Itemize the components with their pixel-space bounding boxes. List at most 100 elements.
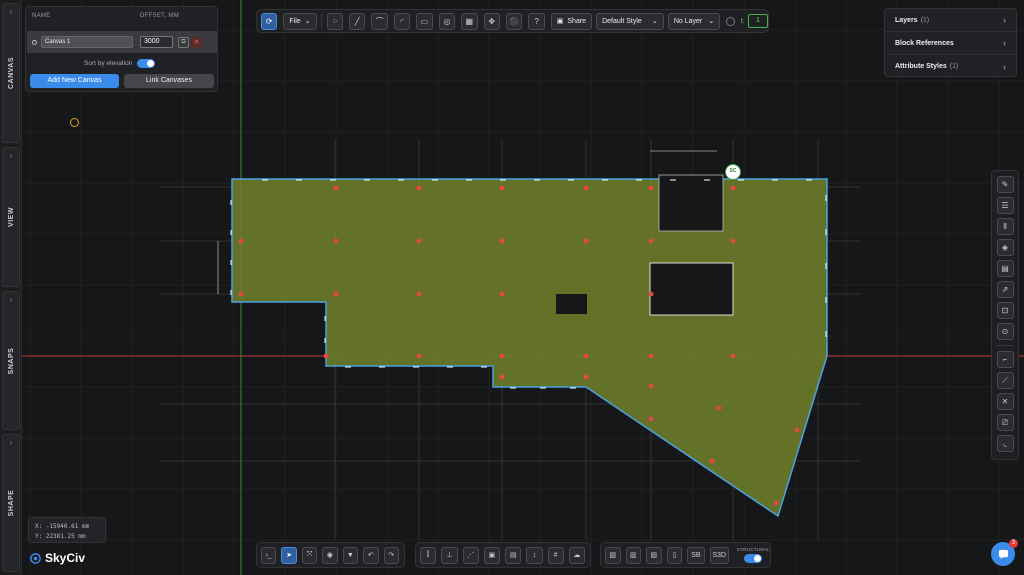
file-label: File — [289, 17, 301, 25]
share-button[interactable]: ▣ Share — [550, 12, 593, 30]
undo-icon[interactable]: ↶ — [363, 546, 379, 564]
column-tool-icon[interactable]: ⫿ — [420, 546, 437, 564]
canvas-name-input[interactable]: Canvas 1 — [41, 36, 133, 48]
columns-icon[interactable]: ⫴ — [996, 218, 1014, 235]
structural-toggle[interactable] — [744, 554, 763, 563]
coordinates-readout: X: -15940.61 mm Y: 22381.25 mm — [28, 517, 106, 543]
image-export-icon[interactable]: ▧ — [605, 546, 621, 564]
s3d-button[interactable]: S3D — [709, 546, 729, 564]
terminal-icon[interactable]: ›_ — [261, 546, 277, 564]
app-root: SC ‹ CANVAS › VIEW › SNAPS › SHAPE NAME … — [0, 0, 1024, 575]
line-tool-icon[interactable]: ╱ — [348, 12, 366, 30]
logo-text: SkyCiv — [45, 551, 86, 565]
tab-shape-label: SHAPE — [7, 489, 15, 517]
column-point — [730, 185, 736, 191]
canvas-table-header: NAME OFFSET, MM — [26, 7, 217, 19]
column-point — [730, 353, 736, 359]
file-menu[interactable]: File ⌄ — [283, 12, 317, 30]
sort-toggle[interactable] — [137, 59, 156, 68]
panel-tool-icon[interactable]: ▣ — [483, 546, 500, 564]
sb-button[interactable]: SB — [687, 546, 705, 564]
tab-snaps[interactable]: › SNAPS — [2, 291, 20, 430]
pdf-export-icon[interactable]: ▨ — [646, 546, 662, 564]
file-export-icon[interactable]: ▯ — [666, 546, 683, 564]
skyciv-logo-icon — [30, 552, 41, 564]
column-point — [583, 353, 589, 359]
doc-export-icon[interactable]: ▥ — [625, 546, 642, 564]
structural-toggle-group: STRUCTURAL — [737, 547, 770, 563]
scale-icon[interactable]: ⊡ — [996, 302, 1014, 319]
arc-tool-icon[interactable]: ◜ — [393, 12, 411, 30]
column-point — [648, 291, 654, 297]
node-tool-icon[interactable]: ⋰ — [462, 546, 479, 564]
tab-view[interactable]: › VIEW — [2, 147, 20, 287]
edit-icon[interactable]: ✎ — [996, 176, 1014, 193]
attribute-styles-label: Attribute Styles — [895, 63, 947, 70]
redo-icon[interactable]: ↷ — [383, 546, 399, 564]
block-references-label: Block References — [895, 39, 954, 47]
block-references-item[interactable]: Block References › — [885, 32, 1016, 55]
mirror-icon[interactable]: ◈ — [996, 239, 1014, 256]
trim-icon[interactable]: ⌐ — [996, 351, 1014, 368]
y-coordinate: Y: 22381.25 mm — [35, 533, 86, 540]
color-circle-icon[interactable] — [726, 16, 735, 26]
filter-icon[interactable]: ▼ — [342, 546, 359, 564]
dimension-tool-icon[interactable]: ↕ — [526, 546, 543, 564]
delete-icon[interactable]: ✕ — [996, 393, 1014, 410]
add-canvas-button[interactable]: Add New Canvas — [30, 74, 119, 88]
layer-select[interactable]: No Layer ⌄ — [667, 12, 721, 30]
tab-shape[interactable]: › SHAPE — [2, 434, 20, 572]
canvas-offset-input[interactable]: 3000 — [140, 36, 173, 48]
column-point — [238, 291, 244, 297]
sc-marker[interactable]: SC — [725, 164, 741, 180]
align-left-icon[interactable]: ☰ — [996, 197, 1014, 214]
eye-icon[interactable]: ◉ — [322, 546, 338, 564]
link-canvases-button[interactable]: Link Canvases — [124, 74, 214, 88]
circle-tool-icon[interactable]: ◎ — [438, 12, 456, 30]
style-select[interactable]: Default Style ⌄ — [596, 12, 664, 30]
bottom-toolbar-right: ▧ ▥ ▨ ▯ SB S3D STRUCTURAL — [600, 542, 771, 568]
points-tool-icon[interactable]: ⁘ — [326, 12, 343, 30]
tab-canvas[interactable]: ‹ CANVAS — [2, 3, 20, 143]
fit-view-icon[interactable]: ⤧ — [301, 546, 318, 564]
move-tool-icon[interactable]: ✥ — [483, 12, 500, 30]
column-point — [333, 238, 339, 244]
delete-icon[interactable]: ✕ — [191, 36, 202, 48]
right-panel: Layers (1) › Block References › Attribute… — [884, 8, 1017, 77]
sync-icon[interactable]: ⟳ — [261, 12, 278, 30]
column-point — [648, 353, 654, 359]
slab-tool-icon[interactable]: ▤ — [505, 546, 522, 564]
help-icon[interactable]: ? — [528, 12, 545, 30]
polyline-tool-icon[interactable]: ⌒ — [371, 12, 388, 30]
column-point — [583, 374, 589, 380]
thickness-input[interactable]: 1 — [747, 14, 769, 28]
chart-tool-icon[interactable]: ▦ — [461, 12, 478, 30]
layers-item[interactable]: Layers (1) › — [885, 9, 1016, 32]
offset-icon[interactable]: ⎚ — [996, 414, 1014, 431]
slab-shape — [231, 178, 828, 518]
canvas-radio[interactable] — [32, 39, 37, 45]
attribute-styles-item[interactable]: Attribute Styles (1) › — [885, 55, 1016, 78]
sort-label: Sort by elevation — [84, 60, 133, 67]
canvas-row[interactable]: Canvas 1 3000 ⧉ ✕ — [27, 31, 217, 53]
cloud-tool-icon[interactable]: ☁ — [568, 546, 585, 564]
export-icon[interactable]: ⇗ — [996, 281, 1014, 298]
column-point — [416, 353, 422, 359]
copy-icon[interactable]: ⧉ — [178, 36, 189, 48]
rectangle-tool-icon[interactable]: ▭ — [416, 12, 433, 30]
column-point — [716, 405, 722, 411]
grid-tool-icon[interactable]: # — [547, 546, 564, 564]
column-offset-header: OFFSET, MM — [139, 13, 179, 19]
chevron-down-icon: ⌄ — [708, 18, 715, 25]
column-point — [333, 291, 339, 297]
chat-button[interactable]: 3 — [991, 539, 1018, 566]
slab-opening-3 — [556, 294, 587, 314]
chevron-icon: › — [9, 438, 13, 447]
extend-icon[interactable]: ⟋ — [996, 372, 1014, 389]
select-cursor-icon[interactable]: ➤ — [281, 546, 297, 564]
snap-tool-icon[interactable]: ⚫ — [505, 12, 523, 30]
fillet-icon[interactable]: ◟ — [996, 435, 1014, 452]
support-tool-icon[interactable]: ⊥ — [441, 546, 458, 564]
document-icon[interactable]: ▤ — [996, 260, 1014, 277]
target-icon[interactable]: ⊙ — [996, 323, 1014, 340]
